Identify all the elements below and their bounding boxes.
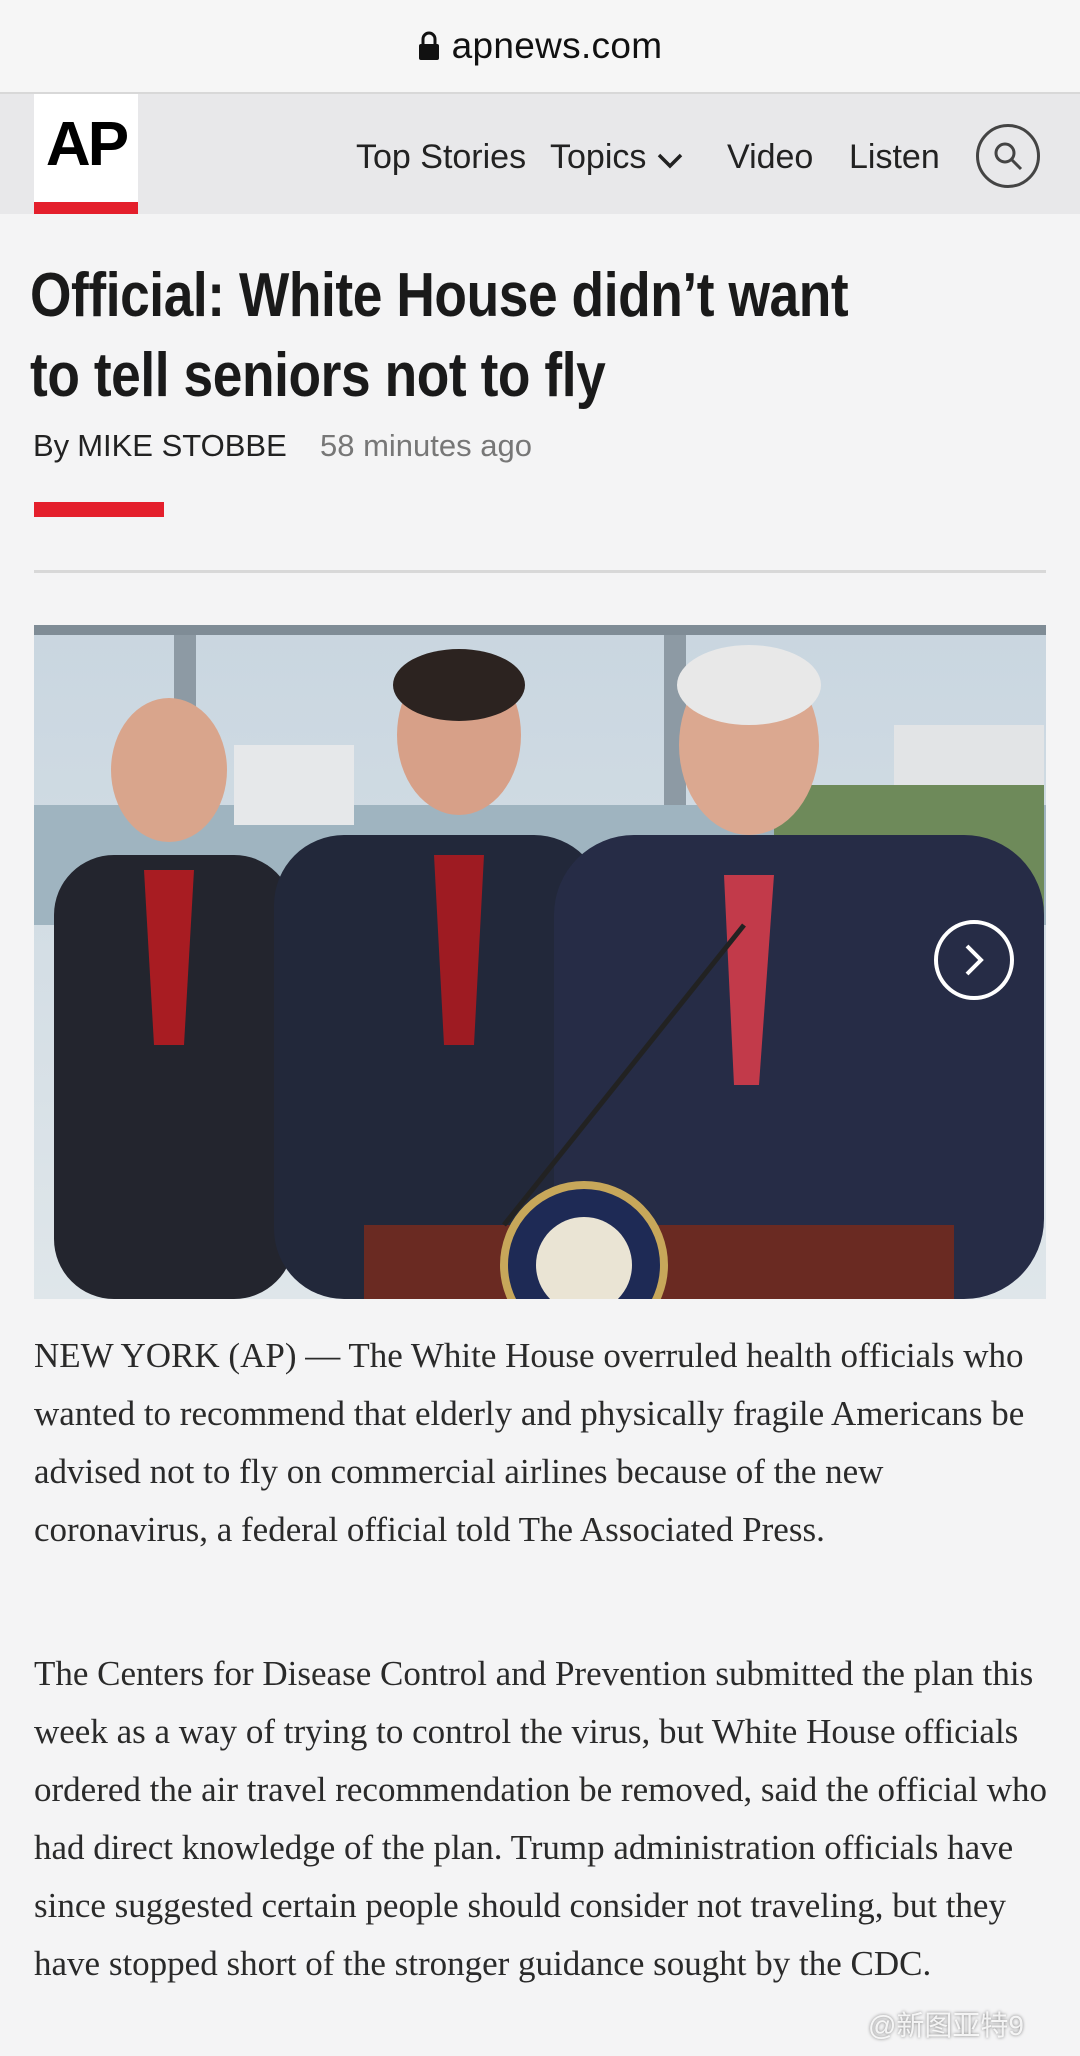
search-icon	[994, 142, 1023, 171]
watermark: @新图亚特9	[868, 2010, 1024, 2041]
lock-icon	[418, 31, 440, 61]
chevron-right-icon	[965, 944, 984, 976]
chevron-down-icon[interactable]	[656, 152, 684, 175]
next-image-button[interactable]	[934, 920, 1014, 1000]
search-button[interactable]	[976, 124, 1040, 188]
article-photo[interactable]	[34, 625, 1046, 1299]
author-name[interactable]: MIKE STOBBE	[77, 428, 287, 463]
logo-text: AP	[45, 110, 129, 179]
logo-red-bar	[34, 202, 138, 214]
browser-address-bar[interactable]: apnews.com	[0, 0, 1080, 94]
nav-video[interactable]: Video	[727, 138, 813, 177]
article-headline: Official: White House didn’t want to tel…	[30, 261, 849, 410]
article-paragraph: The Centers for Disease Control and Prev…	[34, 1654, 1047, 1983]
ap-logo[interactable]: AP	[34, 94, 138, 214]
url-text[interactable]: apnews.com	[452, 25, 663, 67]
timestamp: 58 minutes ago	[320, 428, 532, 463]
byline: By MIKE STOBBE	[33, 428, 287, 464]
article-paragraph: NEW YORK (AP) — The White House overrule…	[34, 1336, 1025, 1549]
red-accent-rule	[34, 502, 164, 517]
divider	[34, 570, 1046, 573]
site-header: AP Top Stories Topics Video Listen	[0, 94, 1080, 214]
byline-prefix: By	[33, 428, 70, 463]
nav-top-stories[interactable]: Top Stories	[356, 138, 526, 177]
nav-topics[interactable]: Topics	[550, 138, 646, 177]
nav-listen[interactable]: Listen	[849, 138, 940, 177]
